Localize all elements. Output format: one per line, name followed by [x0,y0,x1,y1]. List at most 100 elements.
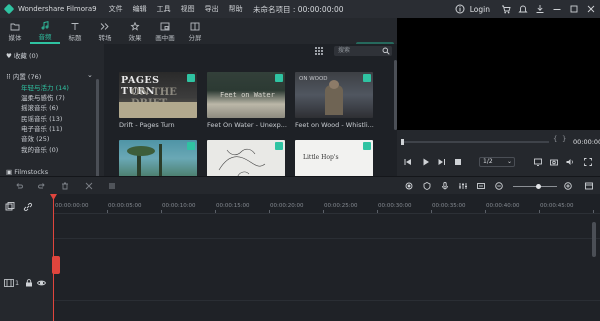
transition-icon [100,23,109,30]
info-icon[interactable] [455,4,466,15]
previous-frame-button[interactable] [403,157,413,167]
download-badge-icon[interactable] [275,142,283,150]
library-item-caption: Drift - Pages Turn [119,121,175,129]
zoom-in-button[interactable] [563,181,573,191]
zoom-slider[interactable] [513,184,557,189]
tab-transitions[interactable]: 转场 [90,20,120,44]
media-tabs: 媒体 音频 标题 转场 效果 画中画 分屏 导出 [0,18,397,56]
library-item-thumbnail[interactable]: ON WOOD [295,72,373,118]
builtin-category[interactable]: ⠿ 内置 (76) [6,71,41,81]
menu-help[interactable]: 帮助 [229,4,243,14]
ruler-label: 00:00:35:00 [432,203,466,209]
library-item-thumbnail[interactable]: Little Hop's [295,140,373,176]
menu-export[interactable]: 导出 [205,4,219,14]
zoom-slider-handle[interactable] [536,184,541,189]
ruler-label: 00:00:45:00 [540,203,574,209]
preview-progress-handle[interactable] [401,139,404,145]
tab-split-screen[interactable]: 分屏 [180,20,210,44]
menu-view[interactable]: 视图 [181,4,195,14]
download-badge-icon[interactable] [363,74,371,82]
delete-button[interactable] [60,181,70,191]
voiceover-button[interactable] [440,181,450,191]
sidebar-item-tender-sentimental[interactable]: 温柔与感伤 (7) [21,92,65,102]
sidebar-item-folk[interactable]: 民谣音乐 (13) [21,113,62,123]
mark-in-icon[interactable]: { [553,135,557,143]
chevron-down-icon[interactable]: ⌄ [87,71,93,79]
sidebar-item-rock[interactable]: 摇滚音乐 (6) [21,102,58,112]
notification-icon[interactable] [517,4,528,15]
display-button[interactable] [533,157,543,167]
track-lock-button[interactable] [25,279,33,287]
close-icon[interactable] [585,4,596,15]
tab-audio[interactable]: 音频 [30,20,60,44]
tab-pip[interactable]: 画中画 [150,20,180,44]
menu-tools[interactable]: 工具 [157,4,171,14]
playhead-drag-tab[interactable] [52,256,60,274]
play-button[interactable] [421,157,431,167]
tab-effects[interactable]: 效果 [120,20,150,44]
track-visibility-button[interactable] [36,279,47,287]
library-item-thumbnail[interactable]: Feet on Water [207,72,285,118]
timeline-scrollbar[interactable] [592,222,596,257]
sidebar-item-young-vibrant[interactable]: 年轻与活力 (14) [21,82,69,92]
undo-button[interactable] [14,181,24,191]
redo-button[interactable] [37,181,47,191]
marker-button[interactable] [422,181,432,191]
title-bar-controls: Login [449,0,596,18]
search-icon[interactable] [382,47,390,55]
download-badge-icon[interactable] [275,74,283,82]
download-badge-icon[interactable] [363,142,371,150]
minimize-icon[interactable] [551,4,562,15]
snap-button[interactable] [476,181,486,191]
library-item-thumbnail[interactable] [207,140,285,176]
monitor-icon [534,158,542,166]
snapshot-button[interactable] [549,157,559,167]
sidebar-item-electronic[interactable]: 电子音乐 (11) [21,123,62,133]
grid-view-icon[interactable] [315,47,323,55]
filmstocks-category[interactable]: ▣ Filmstocks [6,168,48,176]
zoom-in-icon [564,182,572,190]
music-note-icon [41,21,49,30]
link-icon [23,202,33,212]
download-badge-icon[interactable] [187,142,195,150]
add-track-button[interactable] [5,202,15,212]
library-item-thumbnail[interactable]: PAGES TURN ON THE DRIFT [119,72,197,118]
sidebar-item-my-music[interactable]: 我的音乐 (0) [21,144,58,154]
playback-quality-select[interactable]: 1/2 ⌄ [479,157,515,167]
tab-split-screen-label: 分屏 [188,34,202,42]
download-icon[interactable] [534,4,545,15]
render-button[interactable] [404,181,414,191]
sidebar-scrollbar[interactable] [96,79,99,179]
zoom-out-button[interactable] [494,181,504,191]
play-pause-icon [438,159,445,165]
login-link[interactable]: Login [470,5,490,14]
mark-out-icon[interactable]: } [562,135,566,143]
download-badge-icon[interactable] [187,74,195,82]
sidebar-item-sound-effects[interactable]: 音效 (25) [21,133,49,143]
stop-button[interactable] [453,157,463,167]
timeline-ruler[interactable]: 00:00:00:00 00:00:05:00 00:00:10:00 00:0… [53,194,600,214]
library-item-thumbnail[interactable] [119,140,197,176]
menu-file[interactable]: 文件 [109,4,123,14]
search-input[interactable]: 搜索 [334,46,392,56]
link-button[interactable] [23,202,33,212]
cart-icon[interactable] [500,4,511,15]
cut-button[interactable] [84,181,94,191]
fullscreen-button[interactable] [583,157,593,167]
favorites-category[interactable]: ♥ 收藏 (0) [6,50,38,60]
adjust-button[interactable] [107,181,117,191]
timeline-tracks[interactable] [53,214,600,321]
menu-edit[interactable]: 编辑 [133,4,147,14]
volume-button[interactable] [565,157,575,167]
next-frame-button[interactable] [437,157,447,167]
preview-player[interactable] [397,18,600,130]
album-art: ON WOOD [295,72,373,118]
preview-progress-slider[interactable] [401,139,549,145]
album-art-title: ON WOOD [299,76,328,82]
timeline-settings-button[interactable] [584,181,594,191]
maximize-icon[interactable] [568,4,579,15]
audio-mixer-button[interactable] [458,181,468,191]
tab-titles[interactable]: 标题 [60,20,90,44]
builtin-label: 内置 (76) [12,73,42,81]
tab-media[interactable]: 媒体 [0,20,30,44]
